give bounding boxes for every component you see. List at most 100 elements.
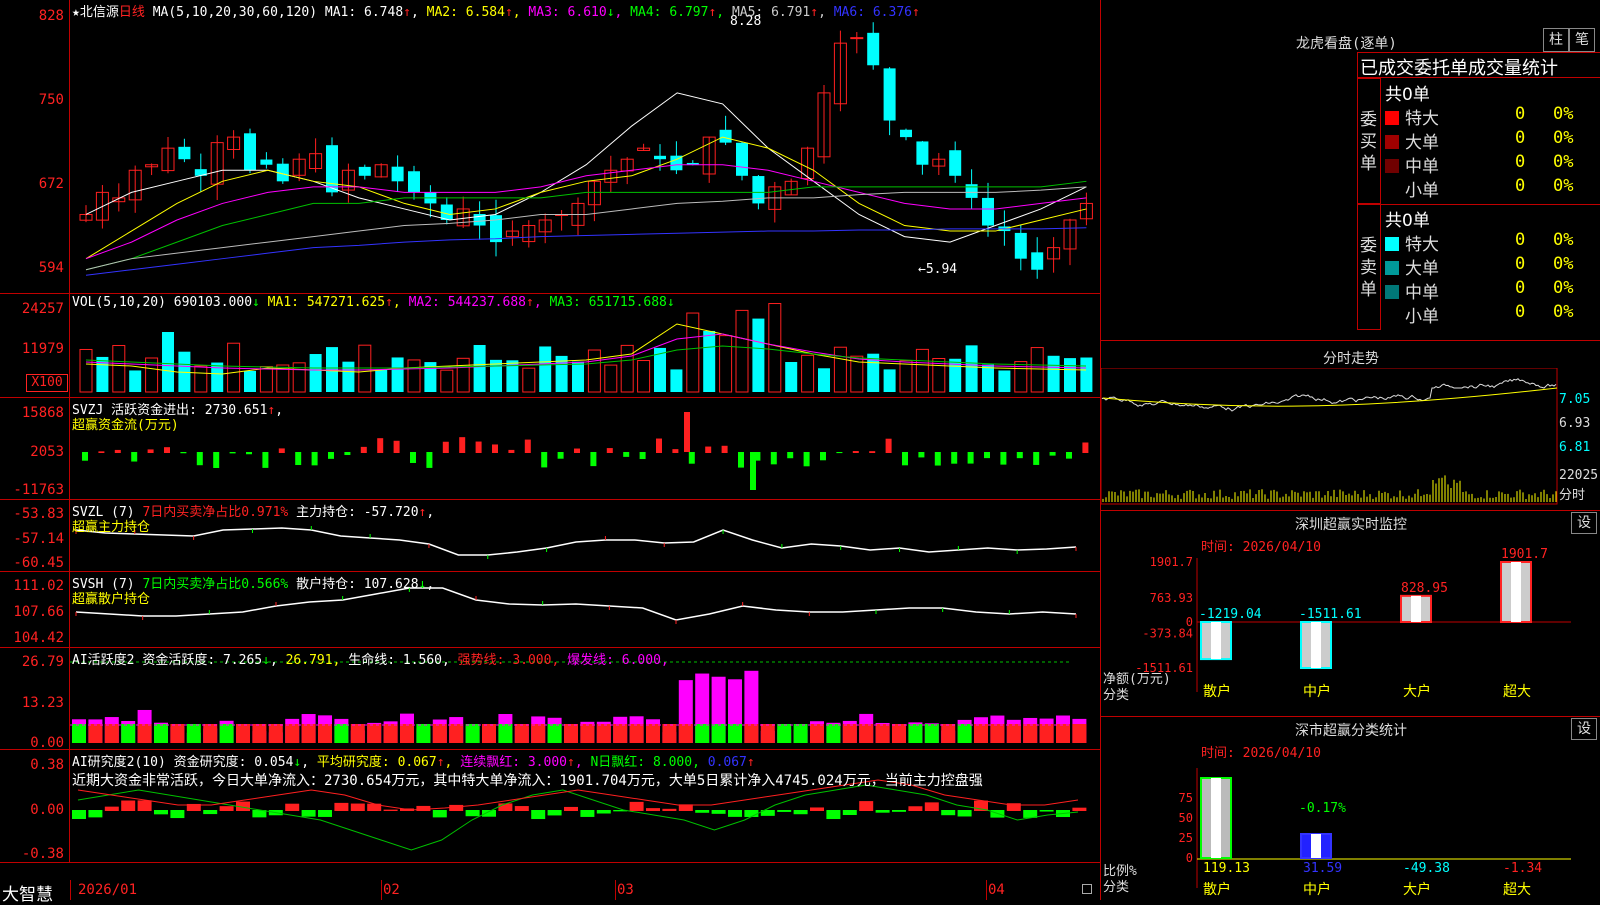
ai-research-panel[interactable]: 0.38 0.00 -0.38 AI研究度2(10) 资金研究度: 0.054↓… xyxy=(0,750,1100,863)
activity-base xyxy=(1072,724,1087,743)
research-bar xyxy=(777,810,792,812)
color-swatch-icon xyxy=(1385,309,1399,323)
research-bar xyxy=(744,810,759,817)
order-pct: 0% xyxy=(1553,128,1574,148)
order-pct: 0% xyxy=(1553,152,1574,172)
volume-bar xyxy=(112,345,126,393)
candle-body xyxy=(916,141,929,165)
monitor-panel[interactable]: 深圳超赢实时监控 设 时间: 2026/04/10 1901.7 763.93 0-… xyxy=(1101,512,1600,717)
activity-base xyxy=(793,724,808,743)
flow-bar xyxy=(672,449,679,453)
indicator-name[interactable]: AI活跃度2 xyxy=(72,653,134,668)
activity-base xyxy=(301,724,316,743)
candle-body xyxy=(1014,232,1027,259)
date-label: 02 xyxy=(383,882,400,898)
classify-axis-label2: 分类 xyxy=(1103,880,1130,895)
volume-bar xyxy=(998,370,1011,392)
activity-base xyxy=(186,724,201,743)
ma-item: MA5: 6.791↑, xyxy=(724,5,826,20)
order-count: 0 xyxy=(1515,230,1526,250)
monitor-chart[interactable]: 1901.7763.930-373.84-1511.61-1219.04散户-1… xyxy=(1101,512,1600,716)
classify-y-label: 50 xyxy=(1179,811,1193,825)
indicator-value: 8.000 xyxy=(652,755,693,770)
y-label: -0.38 xyxy=(21,846,64,862)
activity-base xyxy=(613,724,628,743)
indicator-tail: , xyxy=(275,403,284,418)
monitor-axis-label2: 分类 xyxy=(1103,688,1130,703)
volume-bar xyxy=(490,359,502,392)
star-icon[interactable]: ★ xyxy=(72,5,80,20)
volume-unit-badge[interactable]: X100 xyxy=(26,374,68,392)
intraday-tab[interactable]: 分时 xyxy=(1559,484,1585,503)
flow-bar xyxy=(803,452,810,467)
order-count: 0 xyxy=(1515,278,1526,298)
activity-base xyxy=(760,724,775,743)
candle-body xyxy=(883,68,896,121)
order-row: 小单 0 0% xyxy=(1385,176,1599,201)
activity-base xyxy=(695,724,710,743)
stock-name[interactable]: 北信源 xyxy=(80,5,119,20)
svzl-panel[interactable]: -53.83 -57.14 -60.45 SVZL (7) 7日内买卖净占比0.… xyxy=(0,500,1100,572)
lock-icon[interactable] xyxy=(1082,884,1092,894)
volume-bar xyxy=(1080,357,1093,392)
indicator-name[interactable]: AI研究度2(10) xyxy=(72,755,166,770)
activity-base xyxy=(892,724,906,743)
volume-bar xyxy=(719,335,733,393)
candle-body xyxy=(736,142,748,176)
intraday-chart[interactable] xyxy=(1101,368,1600,508)
research-bar xyxy=(154,810,168,815)
kline-plot[interactable]: 8.28 ←5.94 xyxy=(70,0,1100,293)
volume-panel[interactable]: 24257 11979 X100 VOL(5,10,20) 690103.000… xyxy=(0,294,1100,398)
flow-bar xyxy=(442,441,449,453)
period-label[interactable]: 日线 xyxy=(119,5,145,20)
classify-chart[interactable]: 75 50 25 0 119.13 散户 31.59 中户 -49.38 大户 -1.34 超大 -0.… xyxy=(1101,718,1600,900)
y-label: 26.79 xyxy=(21,654,64,670)
order-type: 特大 xyxy=(1405,109,1439,129)
sell-side-label-box: 委卖单 xyxy=(1357,204,1381,330)
research-bar xyxy=(350,803,365,811)
activity-base xyxy=(72,724,86,743)
volume-bar xyxy=(587,349,601,393)
svzl-y-axis: -53.83 -57.14 -60.45 xyxy=(0,500,70,571)
activity-base xyxy=(285,724,300,743)
ai-activity-panel[interactable]: 26.79 13.23 0.00 AI活跃度2 资金活跃度: 7.265↓, 2… xyxy=(0,648,1100,751)
svsh-panel[interactable]: 111.02 107.66 104.42 SVSH (7) 7日内买卖净占比0.… xyxy=(0,572,1100,648)
research-bar xyxy=(908,806,923,811)
flow-bar xyxy=(262,452,269,468)
buy-stats: 共0单 特大 0 0% 大单 0 0% 中单 0 0% 小单 0 0% xyxy=(1381,78,1600,205)
svzj-y-axis: 15868 2053 -11763 xyxy=(0,398,70,499)
ai-activity-y-axis: 26.79 13.23 0.00 xyxy=(0,648,70,751)
color-swatch-icon xyxy=(1385,237,1399,251)
date-axis: 大智慧 2026/01 02 03 04 xyxy=(0,880,1100,905)
flow-bar xyxy=(885,438,892,453)
candle-body xyxy=(408,171,420,193)
svzj-panel[interactable]: 15868 2053 -11763 SVZJ 活跃资金进出: 2730.651↑… xyxy=(0,398,1100,500)
bar-view-button[interactable]: 柱 xyxy=(1543,28,1569,52)
research-bar xyxy=(695,810,710,813)
flow-bar xyxy=(836,452,843,454)
classify-bar-highlight xyxy=(1211,778,1221,858)
volume-bar xyxy=(572,361,584,392)
activity-base xyxy=(990,724,1005,743)
kline-panel[interactable]: 828 750 672 594 ★北信源日线 MA(5,10,20,30,60,… xyxy=(0,0,1100,294)
candlestick-chart[interactable] xyxy=(70,0,1100,293)
activity-base xyxy=(957,724,972,743)
y-label: 104.42 xyxy=(13,630,64,646)
activity-base xyxy=(203,724,218,743)
classify-panel[interactable]: 深市超赢分类统计 设 时间: 2026/04/10 75 50 25 0 119.13 散… xyxy=(1101,718,1600,900)
order-type: 大单 xyxy=(1405,133,1439,153)
indicator-text: 资金活跃度: xyxy=(142,653,216,668)
volume-bar xyxy=(342,361,355,392)
y-label: -53.83 xyxy=(13,506,64,522)
brand-logo[interactable]: 大智慧 xyxy=(2,880,53,905)
candle-body xyxy=(850,37,864,40)
y-label: 0.00 xyxy=(30,735,64,751)
research-bar xyxy=(285,803,300,811)
flow-bar xyxy=(705,446,712,453)
volume-bar xyxy=(309,354,322,392)
research-bar xyxy=(1072,807,1087,811)
intraday-panel[interactable]: 分时走势 7.05 6.93 6.81 22025 分时 xyxy=(1101,346,1600,511)
pen-view-button[interactable]: 笔 xyxy=(1569,28,1595,52)
flow-bar xyxy=(738,452,744,468)
holding-line xyxy=(75,587,1077,621)
